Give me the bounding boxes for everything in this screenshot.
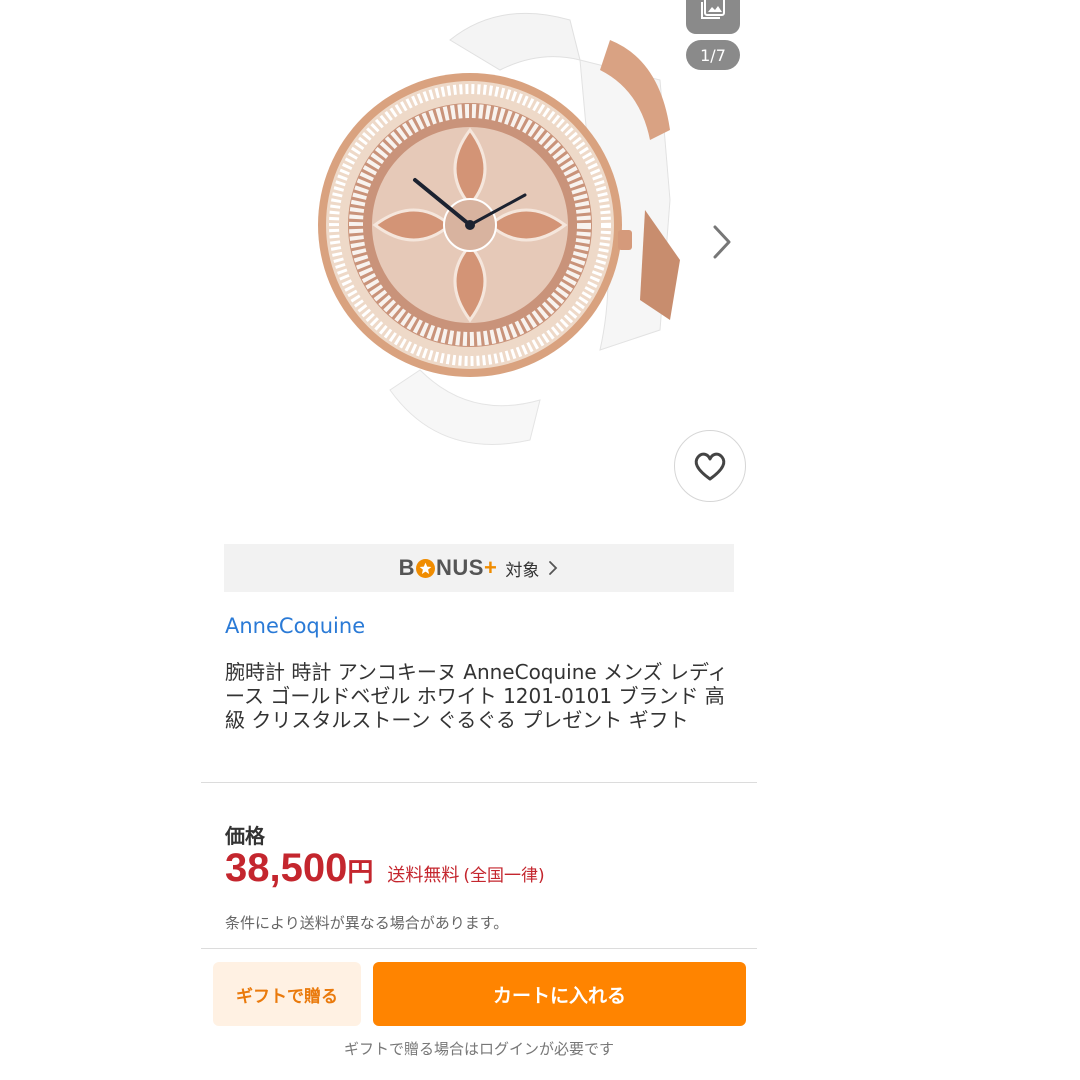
product-image[interactable]	[240, 0, 680, 470]
star-icon	[416, 558, 436, 578]
shipping-scope-label: (全国一律)	[463, 866, 545, 886]
bonus-plus-label: 対象	[505, 560, 540, 581]
favorite-button[interactable]	[674, 430, 746, 502]
shipping-note: 条件により送料が異なる場合があります。	[225, 914, 509, 932]
product-title: 腕時計 時計 アンコキーヌ AnneCoquine メンズ レディース ゴールド…	[225, 660, 728, 732]
divider	[201, 782, 757, 783]
price-label: 価格	[225, 824, 265, 848]
chevron-right-icon	[713, 225, 731, 259]
image-icon	[701, 0, 725, 19]
bonus-plus-banner[interactable]: B NUS + 対象	[224, 544, 734, 592]
photo-counter: 1/7	[686, 40, 740, 70]
price-row: 38,500 円 送料無料 (全国一律)	[225, 846, 545, 891]
price-currency: 円	[347, 858, 374, 888]
photo-list-button[interactable]	[686, 0, 740, 34]
product-image-gallery[interactable]: 1/7	[200, 0, 760, 520]
chevron-right-icon	[549, 561, 558, 575]
shipping-free-label: 送料無料	[387, 865, 460, 886]
divider	[201, 948, 757, 949]
price-value: 38,500	[225, 846, 348, 890]
gift-button[interactable]: ギフトで贈る	[213, 962, 361, 1026]
heart-outline-icon	[694, 452, 726, 481]
bonus-plus-logo: B NUS +	[398, 555, 498, 580]
shop-name-link[interactable]: AnneCoquine	[225, 614, 365, 638]
next-image-button[interactable]	[700, 220, 744, 264]
add-to-cart-button[interactable]: カートに入れる	[373, 962, 746, 1026]
gift-login-note: ギフトで贈る場合はログインが必要です	[343, 1040, 614, 1058]
